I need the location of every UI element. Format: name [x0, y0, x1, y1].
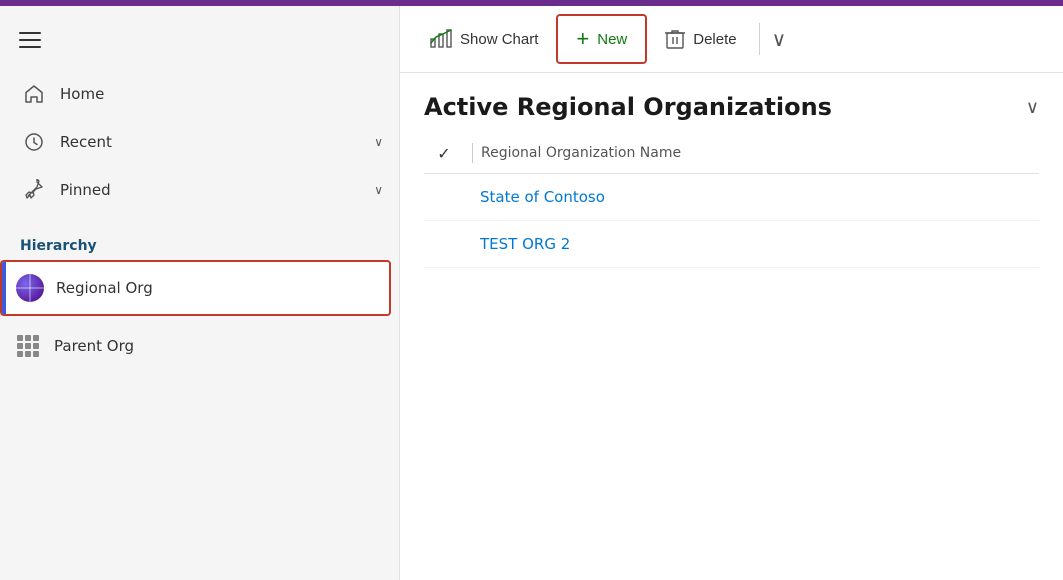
data-table: ✓ Regional Organization Name State of Co…: [400, 133, 1063, 580]
table-header: ✓ Regional Organization Name: [424, 133, 1039, 174]
delete-icon: [665, 28, 685, 50]
sidebar-item-parent-org[interactable]: Parent Org: [0, 320, 391, 372]
show-chart-button[interactable]: Show Chart: [416, 21, 552, 57]
active-indicator: [2, 262, 6, 314]
grid-icon: [12, 330, 44, 362]
more-options-button[interactable]: ∨: [768, 19, 791, 59]
column-separator: [472, 143, 473, 163]
pin-icon: [20, 176, 48, 204]
sidebar-item-pinned-label: Pinned: [60, 181, 374, 199]
page-title-chevron-icon[interactable]: ∨: [1026, 97, 1039, 118]
clock-icon: [20, 128, 48, 156]
sidebar-item-pinned[interactable]: Pinned ∨: [0, 166, 399, 214]
sidebar-item-recent-label: Recent: [60, 133, 374, 151]
parent-org-label: Parent Org: [54, 337, 134, 355]
hamburger-line-3: [19, 46, 41, 48]
delete-button-label: Delete: [693, 31, 736, 48]
recent-chevron-icon: ∨: [374, 135, 383, 149]
table-row[interactable]: TEST ORG 2: [424, 221, 1039, 268]
regional-org-label: Regional Org: [56, 279, 153, 297]
row-1-name[interactable]: State of Contoso: [464, 188, 605, 206]
section-divider: [0, 214, 399, 230]
column-header-name: Regional Organization Name: [481, 145, 681, 161]
delete-button[interactable]: Delete: [651, 20, 750, 58]
chart-icon: [430, 29, 452, 49]
row-2-name[interactable]: TEST ORG 2: [464, 235, 570, 253]
hamburger-line-1: [19, 32, 41, 34]
app-container: Home Recent ∨ Pinned ∨: [0, 6, 1063, 580]
header-check: ✓: [424, 144, 464, 163]
hamburger-line-2: [19, 39, 41, 41]
show-chart-label: Show Chart: [460, 31, 538, 48]
sidebar-item-home-label: Home: [60, 85, 383, 103]
sidebar-item-regional-org[interactable]: Regional Org: [0, 260, 391, 316]
checkmark-icon: ✓: [437, 144, 450, 163]
pinned-chevron-icon: ∨: [374, 183, 383, 197]
toolbar-divider: [759, 23, 760, 55]
table-row[interactable]: State of Contoso: [424, 174, 1039, 221]
sidebar: Home Recent ∨ Pinned ∨: [0, 6, 400, 580]
main-content: Show Chart + New Delete: [400, 6, 1063, 580]
toolbar: Show Chart + New Delete: [400, 6, 1063, 73]
plus-icon: +: [576, 26, 589, 52]
sidebar-item-recent[interactable]: Recent ∨: [0, 118, 399, 166]
page-title: Active Regional Organizations: [424, 93, 1018, 121]
hierarchy-section-label: Hierarchy: [0, 230, 399, 258]
new-button-label: New: [597, 31, 627, 48]
home-icon: [20, 80, 48, 108]
globe-icon: [14, 272, 46, 304]
new-button[interactable]: + New: [556, 14, 647, 64]
hamburger-button[interactable]: [8, 18, 52, 62]
page-header: Active Regional Organizations ∨: [400, 73, 1063, 133]
sidebar-item-home[interactable]: Home: [0, 70, 399, 118]
